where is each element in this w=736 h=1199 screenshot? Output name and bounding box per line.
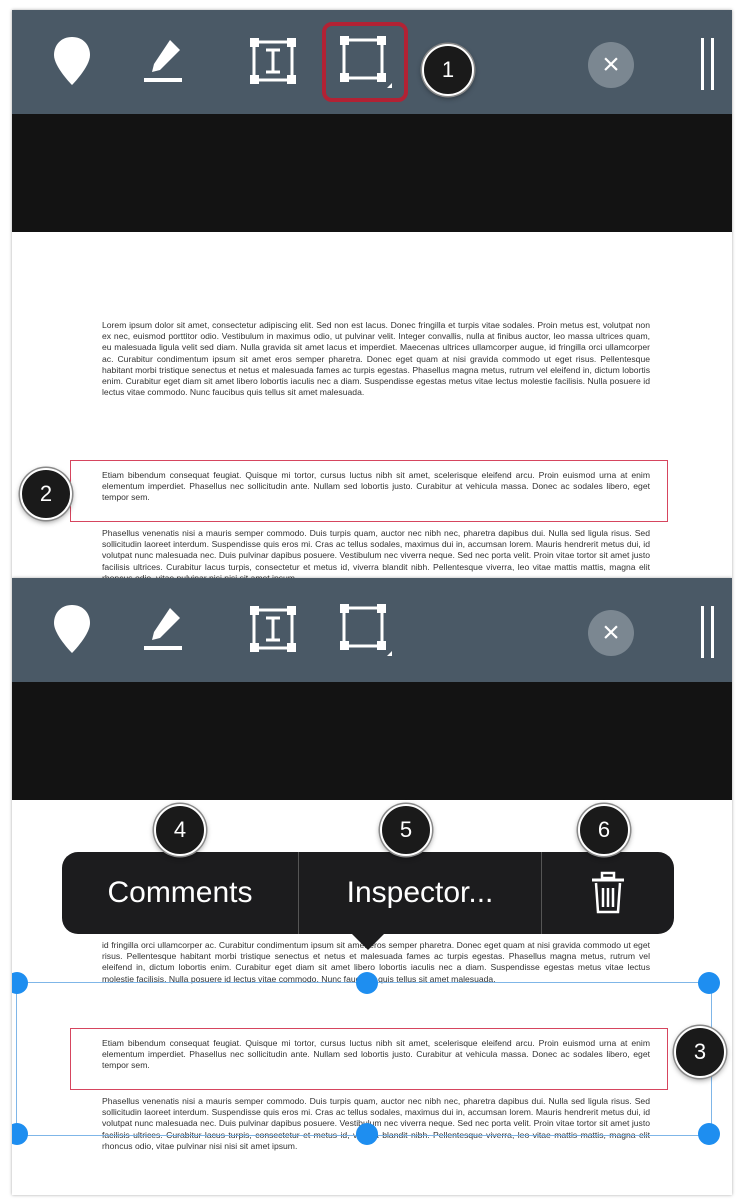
annotation-toolbar: × [12,578,732,682]
close-button[interactable]: × [588,610,634,656]
box-tool-button[interactable] [330,594,400,664]
close-icon: × [602,48,620,81]
drag-handle-icon[interactable] [698,38,718,90]
close-button[interactable]: × [588,42,634,88]
highlight-tool-button[interactable] [128,594,198,664]
resize-handle-top-right[interactable] [698,972,720,994]
delete-menu-item[interactable] [542,852,674,934]
paragraph-2: Etiam bibendum consequat feugiat. Quisqu… [102,470,650,503]
document-page: Lorem ipsum dolor sit amet, consectetur … [12,232,732,578]
comments-menu-item[interactable]: Comments [62,852,298,934]
drag-handle-icon[interactable] [698,606,718,658]
map-pin-icon [54,37,90,85]
selection-frame[interactable] [16,982,712,1136]
trash-icon [592,871,624,914]
resize-handle-top-center[interactable] [356,972,378,994]
text-box-icon [250,38,296,84]
resize-handle-bottom-right[interactable] [698,1123,720,1145]
text-box-icon [250,606,296,652]
inspector-label: Inspector... [346,876,494,909]
rectangle-tool-icon [340,604,392,656]
context-menu-arrow [350,932,386,950]
document-header-band [12,682,732,800]
callout-2: 2 [20,468,72,520]
resize-handle-bottom-left[interactable] [12,1123,28,1145]
resize-handle-bottom-center[interactable] [356,1123,378,1145]
highlighter-icon [144,40,182,82]
callout-1: 1 [422,44,474,96]
close-icon: × [602,616,620,649]
top-screen: × Lorem ipsum dolor sit amet, consectetu… [12,10,732,578]
paragraph-1: Lorem ipsum dolor sit amet, consectetur … [102,320,650,398]
comments-label: Comments [107,876,253,909]
highlight-tool-button[interactable] [128,26,198,96]
annotation-context-menu: Comments Inspector... [62,852,674,934]
callout-3: 3 [674,1026,726,1078]
text-box-tool-button[interactable] [238,26,308,96]
inspector-menu-item[interactable]: Inspector... [299,852,541,934]
annotation-toolbar: × [12,10,732,114]
callout-5: 5 [380,804,432,856]
callout-4: 4 [154,804,206,856]
highlighter-icon [144,608,182,650]
map-pin-icon [54,605,90,653]
document-header-band [12,114,732,232]
pin-tool-button[interactable] [37,26,107,96]
text-box-tool-button[interactable] [238,594,308,664]
box-tool-button[interactable] [330,26,400,96]
paragraph-3: Phasellus venenatis nisi a mauris semper… [102,528,650,578]
pin-tool-button[interactable] [37,594,107,664]
callout-6: 6 [578,804,630,856]
rectangle-tool-icon [340,36,392,88]
